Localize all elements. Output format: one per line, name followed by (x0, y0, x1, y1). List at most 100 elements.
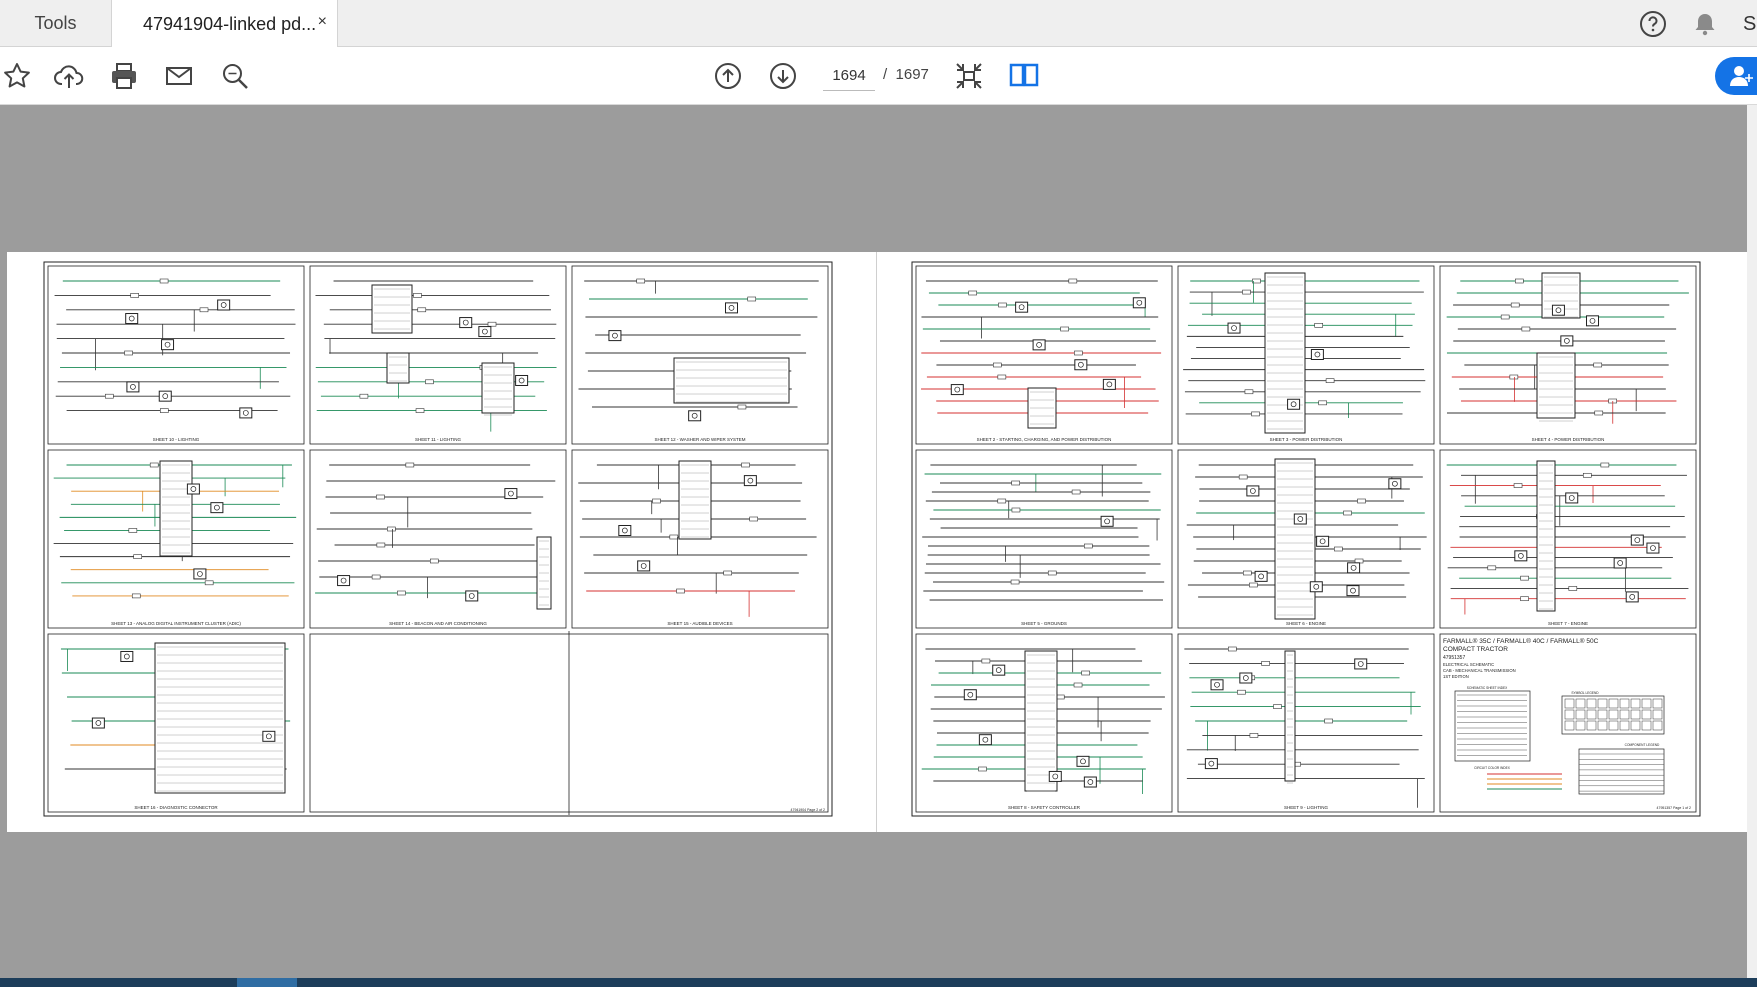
connector (1500, 314, 1510, 320)
sheet-index-table (1454, 690, 1531, 762)
component-box (1024, 650, 1058, 792)
vertical-scrollbar[interactable] (1747, 105, 1757, 978)
share-user-button[interactable] (1715, 57, 1757, 95)
print-icon[interactable] (107, 59, 141, 93)
fit-page-icon[interactable] (952, 59, 986, 93)
two-page-view-icon[interactable] (1007, 59, 1041, 93)
connector (741, 462, 750, 468)
component-symbol (1347, 562, 1361, 574)
connector (1343, 510, 1352, 516)
component-symbol (743, 475, 757, 487)
component-symbol (125, 313, 139, 325)
component-symbol (1102, 378, 1116, 390)
component-symbol (1346, 585, 1360, 597)
component-box (371, 284, 413, 334)
legend-title: CIRCUIT COLOR INDEX (1474, 766, 1511, 770)
component-symbol (239, 407, 253, 419)
symbol-cell (1597, 720, 1608, 731)
close-tab-icon[interactable]: × (318, 13, 327, 31)
symbol-cell (1641, 698, 1652, 709)
component-symbol (1613, 557, 1627, 569)
help-icon[interactable] (1639, 10, 1667, 38)
symbol-cell (1586, 698, 1597, 709)
component-symbol (504, 488, 518, 500)
tab-document[interactable]: 47941904-linked pd... × (112, 0, 338, 48)
zoom-search-icon[interactable] (218, 59, 252, 93)
user-initial[interactable]: S (1743, 13, 1757, 36)
component-box (1536, 460, 1556, 612)
connector (749, 516, 758, 522)
symbol-cell (1608, 698, 1619, 709)
component-symbol (608, 330, 622, 342)
page-down-icon[interactable] (766, 59, 800, 93)
component-symbol (978, 734, 992, 746)
right-page-footer: 47951357 Page 1 of 2 (1657, 806, 1692, 810)
component-box (678, 460, 712, 540)
legend-title: SCHEMATIC SHEET INDEX (1467, 686, 1508, 690)
component-symbol (186, 483, 200, 495)
page-number-input[interactable] (823, 61, 875, 91)
share-user-icon (1730, 66, 1753, 86)
connector (405, 462, 415, 468)
symbol-cell (1652, 720, 1663, 731)
email-icon[interactable] (162, 59, 196, 93)
symbol-cell (1641, 709, 1652, 720)
connector (993, 362, 1002, 368)
connector (1228, 646, 1237, 652)
component-box (1274, 458, 1316, 620)
symbol-cell (1564, 698, 1575, 709)
tab-tools[interactable]: Tools (0, 0, 112, 47)
page-up-icon[interactable] (711, 59, 745, 93)
connector (199, 307, 209, 313)
connector (159, 408, 169, 413)
connector (1073, 682, 1083, 688)
component-symbol (1048, 770, 1062, 782)
connector (415, 408, 425, 413)
title-block-frame (1439, 633, 1697, 813)
symbol-cell (1608, 709, 1619, 720)
connector (1060, 326, 1069, 332)
total-pages: 1697 (895, 66, 929, 83)
connector (998, 302, 1007, 308)
symbol-cell (1608, 720, 1619, 731)
upload-cloud-icon[interactable] (52, 59, 86, 93)
component-symbol (1388, 478, 1402, 490)
symbol-cell (1597, 698, 1608, 709)
component-symbol (1015, 301, 1029, 313)
star-icon[interactable] (0, 59, 34, 93)
connector (124, 350, 133, 356)
connector (1084, 543, 1093, 549)
connector (1244, 389, 1254, 395)
connector (1261, 661, 1270, 666)
sheet-title: SHEET 16 - DIAGNOSTIC CONNECTOR (134, 805, 218, 810)
symbol-cell (1619, 709, 1630, 720)
component-symbol (126, 381, 140, 393)
connector (387, 526, 396, 532)
component-box (481, 362, 515, 414)
connector (1325, 378, 1335, 383)
connector (1249, 733, 1259, 738)
component-symbol (478, 326, 492, 338)
symbol-cell (1564, 709, 1575, 720)
taskbar-active-app[interactable] (237, 978, 297, 987)
connector (128, 528, 138, 533)
sheet-title: SHEET 3 - POWER DISTRIBUTION (1270, 437, 1343, 442)
connector (1520, 575, 1529, 581)
connector (1334, 546, 1343, 552)
sheet-title: SHEET 10 - LIGHTING (153, 437, 200, 442)
title-line-5: CAB - MECHANICAL TRANSMISSION (1443, 668, 1516, 673)
legend-title: COMPONENT LEGEND (1625, 743, 1660, 747)
bell-icon[interactable] (1691, 10, 1719, 38)
connector (669, 534, 679, 540)
tab-document-label: 47941904-linked pd... (143, 13, 317, 34)
tab-bar: Tools 47941904-linked pd... × S (0, 0, 1757, 48)
component-symbol (618, 524, 632, 536)
legend-title: SYMBOL LEGEND (1571, 691, 1599, 695)
sheet-title: SHEET 12 - WASHER AND WIPER SYSTEM (654, 437, 745, 442)
title-line-4: ELECTRICAL SCHEMATIC (1443, 662, 1494, 667)
symbol-cell (1597, 709, 1608, 720)
component-symbol (1287, 398, 1301, 410)
connector (1011, 507, 1021, 513)
component-box (1536, 352, 1576, 419)
component-symbol (158, 390, 172, 402)
